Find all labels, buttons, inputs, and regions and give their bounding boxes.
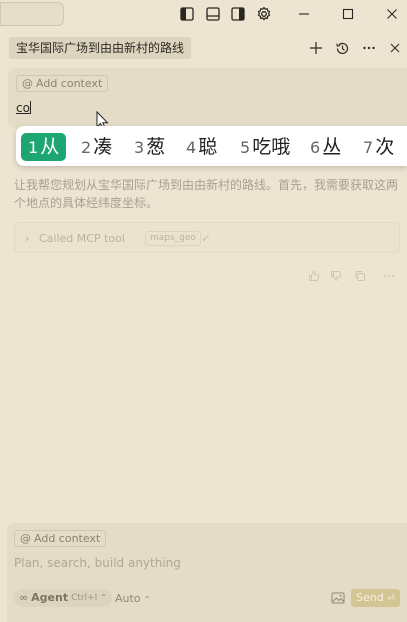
at-icon: @ — [22, 77, 33, 90]
image-attach-icon[interactable] — [331, 592, 345, 604]
add-context-label: Add context — [36, 77, 103, 90]
enter-key-icon: ⏎ — [387, 594, 395, 604]
chevron-up-icon: ⌃ — [144, 595, 151, 604]
ime-candidate[interactable]: 4聪 — [186, 133, 217, 161]
minimize-icon[interactable] — [294, 4, 314, 24]
infinity-icon: ∞ — [19, 591, 29, 604]
message-more-icon[interactable] — [381, 268, 397, 284]
thumbs-up-icon[interactable] — [306, 268, 322, 284]
maximize-icon[interactable] — [338, 4, 358, 24]
command-center-input[interactable] — [0, 2, 64, 26]
send-label: Send — [356, 591, 384, 604]
close-window-icon[interactable] — [382, 4, 402, 24]
toggle-primary-sidebar-icon[interactable] — [178, 5, 196, 23]
add-context-button[interactable]: @ Add context — [14, 530, 107, 547]
bottom-chat-composer: @ Add context Plan, search, build anythi… — [7, 523, 407, 622]
model-label: Auto — [115, 592, 141, 605]
ime-candidate[interactable]: 2凑 — [81, 133, 112, 161]
close-chat-icon[interactable] — [387, 40, 403, 56]
ime-candidate[interactable]: 3葱 — [134, 133, 165, 161]
tool-call-label: Called MCP tool — [39, 232, 125, 245]
toggle-panel-icon[interactable] — [204, 5, 222, 23]
more-icon[interactable] — [361, 40, 377, 56]
text-caret — [29, 101, 31, 114]
chevron-up-icon: ⌃ — [100, 593, 108, 602]
chat-input-text[interactable]: co — [16, 101, 31, 115]
thumbs-down-icon[interactable] — [328, 268, 344, 284]
ime-candidate[interactable]: 1从 — [21, 133, 67, 161]
chat-input-box[interactable]: @ Add context co — [8, 68, 407, 128]
ime-candidate[interactable]: 5 吃哦 — [240, 133, 290, 161]
chevron-right-icon: › — [25, 232, 30, 245]
ime-candidate[interactable]: 6丛 — [310, 133, 341, 161]
chat-tab-title[interactable]: 宝华国际广场到由由新村的路线 — [9, 37, 192, 59]
composer-input[interactable]: Plan, search, build anything — [14, 556, 181, 570]
tool-call-row[interactable]: › Called MCP tool maps_geo ✓ — [14, 222, 400, 253]
check-icon: ✓ — [201, 231, 212, 245]
new-chat-icon[interactable] — [308, 40, 324, 56]
tool-name-badge: maps_geo — [145, 231, 201, 246]
send-button[interactable]: Send ⏎ — [351, 589, 400, 607]
agent-label: Agent — [31, 591, 69, 604]
ime-candidate[interactable]: 7次 — [363, 133, 394, 161]
title-bar — [0, 0, 407, 28]
ime-composition-text: co — [16, 101, 30, 115]
assistant-message-text: 让我帮您规划从宝华国际广场到由由新村的路线。首先，我需要获取这两个地点的具体经纬… — [14, 178, 399, 210]
history-icon[interactable] — [334, 40, 350, 56]
copy-icon[interactable] — [352, 268, 368, 284]
ime-candidate-window: 1从 2凑 3葱 4聪 5 吃哦 6丛 7次 — [16, 126, 407, 166]
agent-mode-selector[interactable]: ∞ Agent Ctrl+I ⌃ — [14, 589, 113, 607]
add-context-button[interactable]: @ Add context — [16, 75, 109, 92]
at-icon: @ — [20, 532, 31, 545]
model-selector[interactable]: Auto ⌃ — [115, 592, 151, 605]
agent-shortcut: Ctrl+I — [71, 593, 98, 603]
settings-gear-icon[interactable] — [255, 5, 273, 23]
toggle-secondary-sidebar-icon[interactable] — [229, 5, 247, 23]
add-context-label: Add context — [34, 532, 101, 545]
chat-tab-row: 宝华国际广场到由由新村的路线 — [0, 36, 407, 62]
